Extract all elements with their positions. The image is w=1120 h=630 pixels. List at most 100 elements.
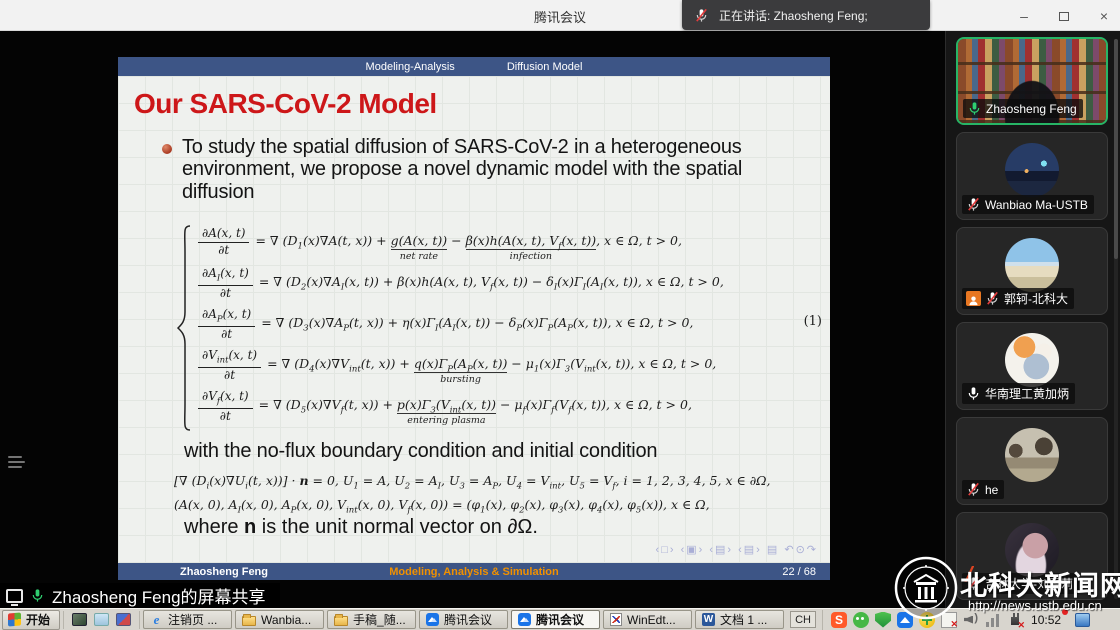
equation-lhs-fraction: ∂Vf(x, t)∂t (198, 390, 253, 424)
show-desktop-button[interactable] (1075, 613, 1090, 627)
security-shield-icon[interactable] (875, 612, 891, 628)
slide-body: Our SARS-CoV-2 Model To study the spatia… (118, 76, 830, 563)
participant-label: he (962, 480, 1004, 499)
mic-live-icon (30, 588, 45, 603)
taskbar-button[interactable]: 腾讯会议 (511, 610, 600, 629)
participant-label: Wanbiao Ma-USTB (962, 195, 1094, 214)
notes-icon[interactable] (94, 613, 109, 626)
slide-bullet: To study the spatial diffusion of SARS-C… (162, 136, 812, 203)
slide-header-bar: Modeling-Analysis Diffusion Model (118, 57, 830, 76)
slide-title: Our SARS-CoV-2 Model (134, 88, 437, 120)
word-icon: W (702, 613, 715, 626)
taskbar-button-label: WinEdt... (627, 613, 676, 627)
bullet-dot-icon (162, 144, 172, 154)
participant-avatar (1005, 333, 1059, 387)
ie-icon: e (150, 613, 163, 626)
shared-screen-area: Modeling-Analysis Diffusion Model Our SA… (0, 31, 945, 608)
participant-name: Zhaosheng Feng (986, 102, 1077, 116)
participant-name: 华南理工黄加炳 (985, 385, 1069, 402)
host-person-badge-icon (966, 291, 981, 306)
equation-row: ∂Vf(x, t)∂t= ∇ (D5(x)∇Vf(t, x)) + p(x)Γ3… (198, 386, 798, 427)
taskbar-button-label: 腾讯会议 (444, 611, 492, 628)
sidebar-scrollbar[interactable] (1114, 39, 1118, 599)
speaking-indicator-banner: 正在讲话: Zhaosheng Feng; (682, 0, 930, 30)
slide-footer-title: Modeling, Analysis & Simulation (118, 566, 830, 578)
mic-muted-icon (985, 291, 1000, 306)
power-error-icon[interactable] (1007, 612, 1023, 628)
system-brace (176, 224, 192, 432)
mic-muted-icon (966, 482, 981, 497)
taskbar-button-label: 手稿_随... (353, 611, 406, 628)
bullet-text: To study the spatial diffusion of SARS-C… (182, 136, 812, 203)
participant-tiles: Zhaosheng Feng Wanbiao Ma-USTB 郭轲-北科大华南理工黄… (956, 37, 1108, 600)
participants-sidebar: Zhaosheng Feng Wanbiao Ma-USTB 郭轲-北科大华南理工黄… (945, 31, 1120, 608)
taskbar-buttons: e 注销页 ... Wanbia... 手稿_随... 腾讯会议 腾讯会议 WinEdt..… (143, 610, 784, 630)
participant-name: 吉林大学-刘雪莉 (985, 575, 1073, 592)
taskbar-button-label: 腾讯会议 (536, 611, 584, 628)
maximize-button[interactable] (1056, 8, 1072, 24)
participant-avatar (1005, 238, 1059, 292)
participant-label: 郭轲-北科大 (962, 288, 1074, 309)
taskbar-button[interactable]: 手稿_随... (327, 610, 416, 629)
where-note: where n is the unit normal vector on ∂Ω. (184, 516, 538, 539)
network-signal-icon[interactable] (985, 612, 1001, 628)
screen-share-text: Zhaosheng Feng的屏幕共享 (52, 583, 266, 608)
tencent-meeting-window: 腾讯会议 – × 正在讲话: Zhaosheng Feng; Modeling-… (0, 0, 1120, 630)
close-button[interactable]: × (1096, 8, 1112, 24)
underbraced-term: β(x)h(A(x, t), Vf(x, t))infection (466, 233, 597, 250)
taskbar-button-label: 文档 1 ... (720, 611, 767, 628)
participant-avatar (1005, 428, 1059, 482)
underbrace-label: entering plasma (407, 414, 485, 426)
participant-name: Wanbiao Ma-USTB (985, 198, 1088, 212)
participant-tile[interactable]: he (956, 417, 1108, 505)
mic-muted-icon (966, 197, 981, 212)
show-desktop-icon[interactable] (72, 613, 87, 626)
print-error-icon[interactable] (941, 612, 957, 628)
taskbar-clock[interactable]: 10:52 (1031, 613, 1061, 627)
sidebar-toggle-icon[interactable] (8, 449, 32, 475)
participant-label: 吉林大学-刘雪莉 (962, 573, 1079, 594)
start-button[interactable]: 开始 (2, 610, 60, 630)
slide-section-left: Modeling-Analysis (366, 61, 455, 73)
tencent-meeting-icon (426, 613, 439, 626)
notification-dot (1062, 609, 1068, 615)
participant-avatar (1005, 523, 1059, 577)
taskbar-button[interactable]: W 文档 1 ... (695, 610, 784, 629)
slide-footer-bar: Zhaosheng Feng Modeling, Analysis & Simu… (118, 563, 830, 580)
language-indicator[interactable]: CH (790, 611, 816, 628)
taskbar-button[interactable]: Wanbia... (235, 610, 324, 629)
underbrace-label: net rate (400, 250, 438, 262)
taskbar-button[interactable]: e 注销页 ... (143, 610, 232, 629)
participant-tile[interactable]: 华南理工黄加炳 (956, 322, 1108, 410)
participant-tile[interactable]: Zhaosheng Feng (956, 37, 1108, 125)
taskbar-button-label: 注销页 ... (168, 611, 217, 628)
sogou-icon[interactable]: S (831, 612, 847, 628)
taskbar-button[interactable]: WinEdt... (603, 610, 692, 629)
conditions-intro: with the no-flux boundary condition and … (184, 440, 657, 463)
equation-row: ∂AP(x, t)∂t= ∇ (D3(x)∇AP(t, x)) + η(x)ΓI… (198, 304, 798, 345)
equation-row: ∂A(x, t)∂t= ∇ (D1(x)∇A(t, x)) + g(A(x, t… (198, 222, 798, 263)
equation-row: ∂Vint(x, t)∂t= ∇ (D4(x)∇Vint(t, x)) + q(… (198, 345, 798, 386)
wechat-icon[interactable] (853, 612, 869, 628)
antivirus-ball-icon[interactable] (919, 612, 935, 628)
taskbar-button-label: Wanbia... (261, 613, 311, 627)
equation-row: ∂AI(x, t)∂t= ∇ (D2(x)∇AI(x, t)) + β(x)h(… (198, 263, 798, 304)
participant-tile[interactable]: 吉林大学-刘雪莉 (956, 512, 1108, 600)
underbrace-label: bursting (440, 373, 481, 385)
minimize-button[interactable]: – (1016, 8, 1032, 24)
equation-lhs-fraction: ∂AP(x, t)∂t (198, 308, 255, 342)
participant-name: 郭轲-北科大 (1004, 290, 1068, 307)
taskbar-button[interactable]: 腾讯会议 (419, 610, 508, 629)
slide-section-right: Diffusion Model (507, 61, 583, 73)
equation-lhs-fraction: ∂A(x, t)∂t (198, 227, 249, 258)
participant-avatar (1005, 143, 1059, 197)
volume-icon[interactable] (963, 612, 979, 628)
tencent-meeting-icon[interactable] (897, 612, 913, 628)
participant-tile[interactable]: 郭轲-北科大 (956, 227, 1108, 315)
mic-speaking-icon (967, 101, 982, 116)
monitor-icon (6, 589, 23, 603)
participant-tile[interactable]: Wanbiao Ma-USTB (956, 132, 1108, 220)
underbraced-term: p(x)Γ3(Vint(x, t))entering plasma (397, 397, 496, 414)
windows-taskbar: 开始 e 注销页 ... Wanbia... 手稿_随... 腾讯会议 腾讯会议 WinEd… (0, 608, 1120, 630)
media-icon[interactable] (116, 613, 131, 626)
